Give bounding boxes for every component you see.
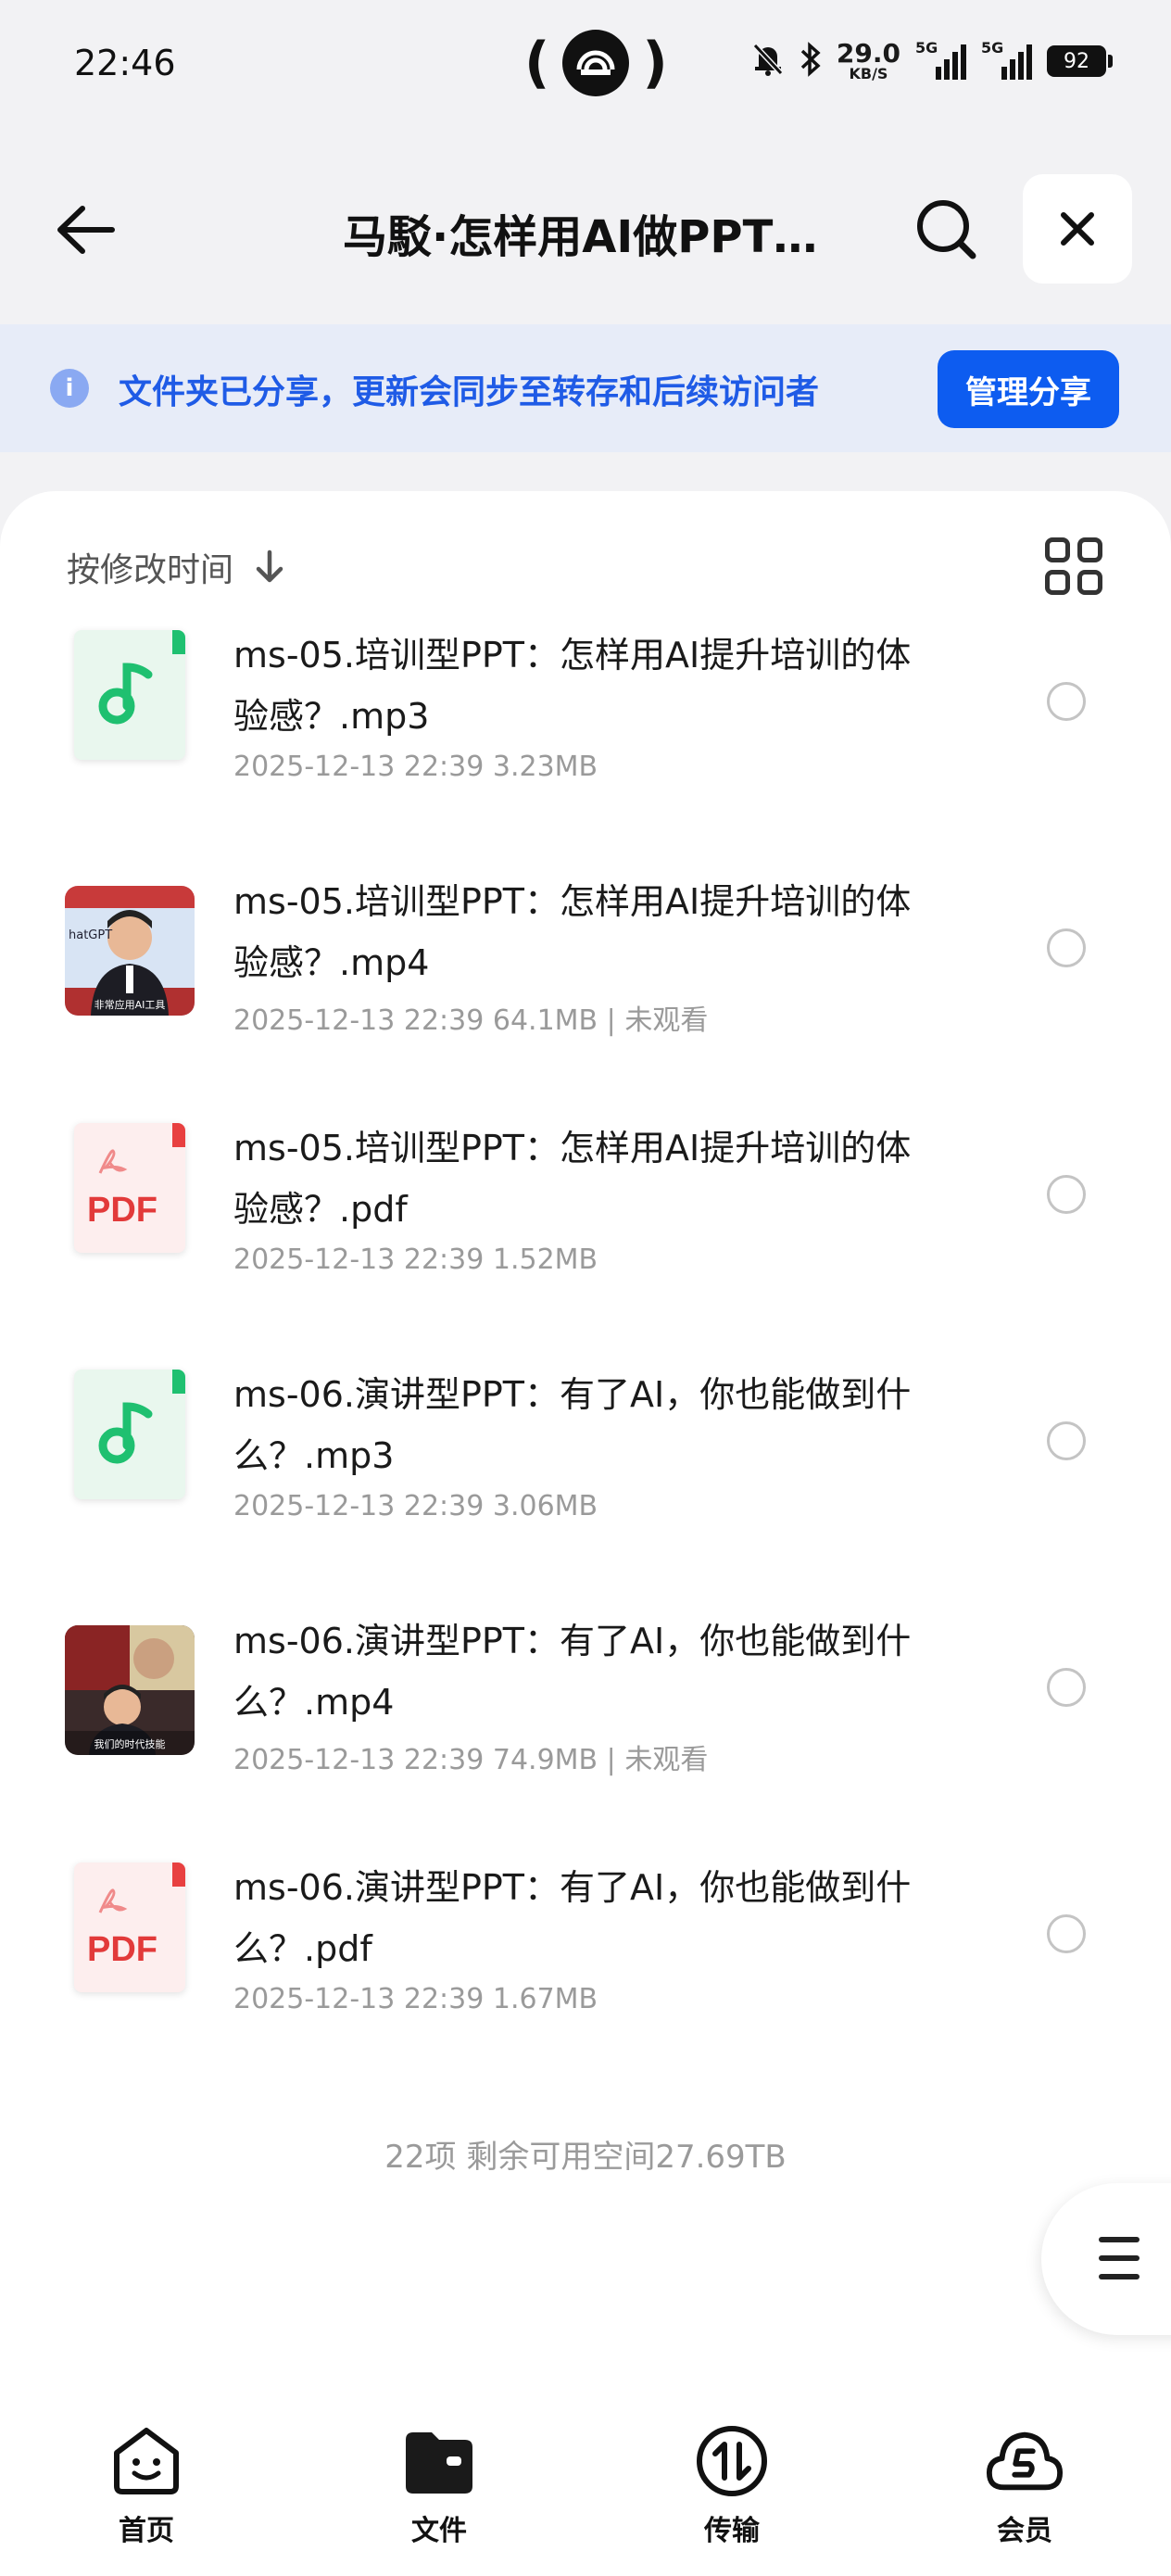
share-banner-text: 文件夹已分享，更新会同步至转存和后续访问者 (119, 373, 820, 411)
hotspot-icon (562, 30, 630, 96)
grid-view-toggle[interactable] (1045, 537, 1102, 595)
file-meta: 2025-12-13 22:39 1.52MB (233, 1244, 598, 1276)
nav-vip[interactable]: 会员 (878, 2409, 1171, 2576)
select-radio[interactable] (1047, 1175, 1086, 1214)
sort-control[interactable]: 按修改时间 (67, 543, 285, 591)
sort-label: 按修改时间 (67, 551, 234, 589)
file-meta: 2025-12-13 22:39 3.23MB (233, 751, 598, 783)
file-meta: 2025-12-13 22:39 64.1MB | 未观看 (233, 1004, 709, 1037)
select-radio[interactable] (1047, 1421, 1086, 1460)
status-time: 22:46 (74, 43, 176, 83)
list-item[interactable]: hatGPT 非常应用AI工具 ms-05.培训型PPT：怎样用AI提升培训的体… (0, 858, 1171, 1105)
select-radio[interactable] (1047, 1668, 1086, 1707)
file-list-card: 按修改时间 ms-05.培训型PPT：怎样用AI提升培训的体验感？.mp3 20… (0, 491, 1171, 2437)
file-name: ms-06.演讲型PPT：有了AI，你也能做到什么？.mp3 (233, 1374, 912, 1476)
file-name: ms-06.演讲型PPT：有了AI，你也能做到什么？.pdf (233, 1867, 912, 1969)
vip-cloud-icon (986, 2422, 1064, 2500)
select-radio[interactable] (1047, 928, 1086, 967)
signal-icon: 5G (915, 39, 966, 80)
file-name: ms-05.培训型PPT：怎样用AI提升培训的体验感？.mp3 (233, 635, 912, 737)
nav-transfer[interactable]: 传输 (586, 2409, 878, 2576)
signal-icon: 5G (981, 39, 1032, 80)
audio-file-icon (65, 630, 195, 760)
file-meta: 2025-12-13 22:39 3.06MB (233, 1490, 598, 1522)
home-face-icon (107, 2422, 185, 2500)
battery-icon: 92 (1047, 45, 1113, 77)
info-icon: i (50, 369, 89, 408)
file-name: ms-05.培训型PPT：怎样用AI提升培训的体验感？.pdf (233, 1128, 912, 1230)
file-meta: 2025-12-13 22:39 1.67MB (233, 1983, 598, 2015)
folder-icon (400, 2422, 478, 2500)
network-speed: 29.0 KB/S (836, 38, 900, 82)
manage-share-button[interactable]: 管理分享 (938, 350, 1119, 428)
search-button[interactable] (908, 191, 984, 267)
bottom-nav: 首页 文件 传输 会员 (0, 2409, 1171, 2576)
close-button[interactable] (1023, 174, 1132, 284)
transfer-icon (693, 2422, 771, 2500)
nav-home[interactable]: 首页 (0, 2409, 293, 2576)
arrow-left-icon (57, 206, 115, 254)
bluetooth-icon (800, 42, 822, 81)
file-meta: 2025-12-13 22:39 74.9MB | 未观看 (233, 1744, 709, 1776)
list-item[interactable]: ms-05.培训型PPT：怎样用AI提升培训的体验感？.mp3 2025-12-… (0, 612, 1171, 858)
file-list: ms-05.培训型PPT：怎样用AI提升培训的体验感？.mp3 2025-12-… (0, 612, 1171, 2090)
status-bar: 22:46 ( ) 29.0 KB/S 5G 5G 92 (0, 0, 1171, 139)
file-name: ms-05.培训型PPT：怎样用AI提升培训的体验感？.mp4 (233, 881, 912, 983)
video-thumbnail: hatGPT 非常应用AI工具 (65, 877, 195, 1016)
audio-file-icon (65, 1370, 195, 1499)
file-name: ms-06.演讲型PPT：有了AI，你也能做到什么？.mp4 (233, 1621, 912, 1723)
nav-files[interactable]: 文件 (293, 2409, 586, 2576)
list-item[interactable]: PDF ms-05.培训型PPT：怎样用AI提升培训的体验感？.pdf 2025… (0, 1105, 1171, 1351)
status-icons: 29.0 KB/S 5G 5G 92 (751, 38, 1113, 82)
page-title: 马駁·怎样用AI做PPT… (343, 211, 818, 263)
storage-summary: 22项 剩余可用空间27.69TB (384, 2139, 787, 2176)
mute-bell-icon (751, 42, 785, 81)
select-radio[interactable] (1047, 1914, 1086, 1953)
select-radio[interactable] (1047, 682, 1086, 721)
pdf-file-icon: PDF (65, 1863, 195, 1992)
list-item[interactable]: 我们的时代技能 ms-06.演讲型PPT：有了AI，你也能做到什么？.mp4 2… (0, 1597, 1171, 1844)
pdf-file-icon: PDF (65, 1123, 195, 1253)
arrow-down-icon (256, 549, 283, 583)
list-item[interactable]: PDF ms-06.演讲型PPT：有了AI，你也能做到什么？.pdf 2025-… (0, 1844, 1171, 2090)
menu-icon (1099, 2237, 1140, 2279)
top-bar: 马駁·怎样用AI做PPT… (0, 167, 1171, 287)
back-button[interactable] (48, 193, 122, 267)
video-thumbnail: 我们的时代技能 (65, 1616, 195, 1755)
hotspot-indicator: ( ) (524, 30, 668, 96)
share-banner: i 文件夹已分享，更新会同步至转存和后续访问者 管理分享 (0, 324, 1171, 452)
close-icon (1061, 212, 1094, 246)
list-item[interactable]: ms-06.演讲型PPT：有了AI，你也能做到什么？.mp3 2025-12-1… (0, 1351, 1171, 1597)
search-icon (917, 200, 976, 259)
